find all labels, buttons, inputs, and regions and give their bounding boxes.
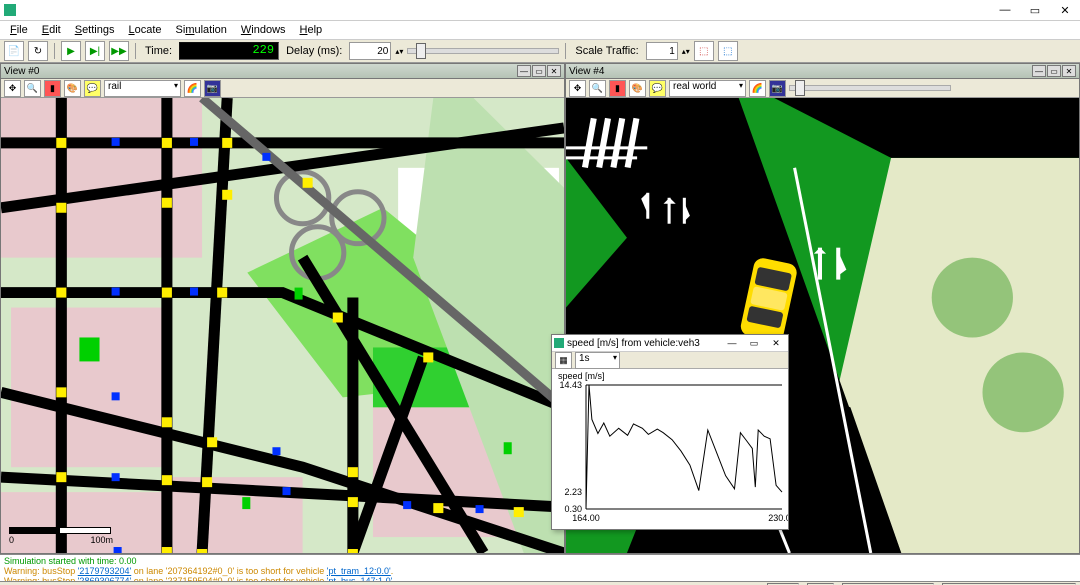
- pane-title-text: View #4: [569, 66, 604, 77]
- chart-titlebar[interactable]: speed [m/s] from vehicle:veh3 — ▭ ✕: [552, 335, 788, 352]
- chart-icon: [554, 338, 564, 348]
- step-button[interactable]: ▶|: [85, 41, 105, 61]
- toolbar-icon-2[interactable]: ⬚: [718, 41, 738, 61]
- status-bar: 25 0 x:990.40, y:397.63 lat:52.515155, l…: [0, 581, 1080, 585]
- svg-text:164.00: 164.00: [572, 513, 600, 523]
- time-field[interactable]: 229: [179, 42, 279, 60]
- pane-minimize-button[interactable]: —: [1032, 65, 1046, 77]
- log-link[interactable]: 'pt_bus_147:1.0': [327, 576, 393, 581]
- chart-minimize-button[interactable]: —: [722, 336, 742, 350]
- window-maximize-button[interactable]: ▭: [1020, 0, 1050, 20]
- pane-titlebar: View #4 — ▭ ✕: [566, 64, 1079, 79]
- palette-button[interactable]: 🌈: [749, 80, 766, 97]
- view-toolbar: ✥ 🔍 ▮ 🎨 💬 real world 🌈 📷: [566, 79, 1079, 98]
- svg-text:2.23: 2.23: [564, 487, 582, 497]
- scale-bar: 0 100m: [9, 527, 113, 545]
- view-pane-0: View #0 — ▭ ✕ ✥ 🔍 ▮ 🎨 💬 rail 🌈 📷: [0, 63, 565, 554]
- menu-windows[interactable]: Windows: [235, 23, 292, 37]
- pane-title-text: View #0: [4, 66, 39, 77]
- color-button[interactable]: 🎨: [629, 80, 646, 97]
- menu-help[interactable]: Help: [294, 23, 329, 37]
- chart-ylabel: speed [m/s]: [558, 371, 605, 381]
- chart-toolbar: ▦ 1s: [552, 352, 788, 369]
- log-link[interactable]: '2869306774': [78, 576, 132, 581]
- chart-settings-button[interactable]: ▦: [555, 352, 572, 369]
- menu-edit[interactable]: Edit: [36, 23, 67, 37]
- log-link[interactable]: 'pt_tram_12:0.0': [327, 566, 391, 576]
- new-button[interactable]: 📄: [4, 41, 24, 61]
- log-line: Simulation started with time: 0.00: [4, 556, 1076, 566]
- spinner-arrows[interactable]: ▴▾: [395, 47, 403, 56]
- log-line: Warning: busStop '2179793204' on lane '2…: [4, 566, 1076, 576]
- select-edge-button[interactable]: ▮: [44, 80, 61, 97]
- separator: [54, 43, 55, 59]
- color-button[interactable]: 🎨: [64, 80, 81, 97]
- svg-text:230.00: 230.00: [768, 513, 788, 523]
- screenshot-button[interactable]: 📷: [204, 80, 221, 97]
- zoom-button[interactable]: 🔍: [24, 80, 41, 97]
- menu-bar: File Edit Settings Locate Simulation Win…: [0, 21, 1080, 40]
- map-canvas[interactable]: 0 100m: [1, 98, 564, 553]
- pane-minimize-button[interactable]: —: [517, 65, 531, 77]
- delay-spinner[interactable]: [349, 42, 391, 60]
- delay-label: Delay (ms):: [286, 45, 342, 57]
- pane-maximize-button[interactable]: ▭: [532, 65, 546, 77]
- palette-button[interactable]: 🌈: [184, 80, 201, 97]
- scheme-select[interactable]: real world: [669, 80, 746, 97]
- locate-button[interactable]: 💬: [649, 80, 666, 97]
- locate-button[interactable]: 💬: [84, 80, 101, 97]
- reload-button[interactable]: ↻: [28, 41, 48, 61]
- chart-interval-select[interactable]: 1s: [575, 352, 620, 369]
- chart-svg: 0.302.2314.43164.00230.00: [552, 369, 788, 527]
- chart-maximize-button[interactable]: ▭: [744, 336, 764, 350]
- menu-file[interactable]: File: [4, 23, 34, 37]
- zoom-slider[interactable]: [789, 85, 951, 91]
- time-label: Time:: [145, 45, 172, 57]
- pane-maximize-button[interactable]: ▭: [1047, 65, 1061, 77]
- scale-label: Scale Traffic:: [575, 45, 638, 57]
- chart-area: speed [m/s] 0.302.2314.43164.00230.00: [552, 369, 788, 529]
- workspace: View #0 — ▭ ✕ ✥ 🔍 ▮ 🎨 💬 rail 🌈 📷: [0, 63, 1080, 554]
- main-toolbar: 📄 ↻ ▶ ▶| ▶▶ Time: 229 Delay (ms): ▴▾ Sca…: [0, 40, 1080, 63]
- scale-spinner[interactable]: [646, 42, 678, 60]
- menu-simulation[interactable]: Simulation: [170, 23, 233, 37]
- svg-text:14.43: 14.43: [559, 380, 582, 390]
- zoom-button[interactable]: 🔍: [589, 80, 606, 97]
- log-panel[interactable]: Simulation started with time: 0.00 Warni…: [0, 554, 1080, 581]
- log-link[interactable]: '2179793204': [78, 566, 132, 576]
- window-minimize-button[interactable]: —: [990, 0, 1020, 20]
- scale-max: 100m: [90, 535, 113, 545]
- screenshot-button[interactable]: 📷: [769, 80, 786, 97]
- scheme-select[interactable]: rail: [104, 80, 181, 97]
- play-button[interactable]: ▶: [61, 41, 81, 61]
- menu-settings[interactable]: Settings: [69, 23, 121, 37]
- window-close-button[interactable]: ✕: [1050, 0, 1080, 20]
- pane-close-button[interactable]: ✕: [1062, 65, 1076, 77]
- scale-min: 0: [9, 535, 14, 545]
- pane-close-button[interactable]: ✕: [547, 65, 561, 77]
- app-icon: [4, 4, 16, 16]
- window-titlebar: — ▭ ✕: [0, 0, 1080, 21]
- separator: [565, 43, 566, 59]
- recenter-button[interactable]: ✥: [4, 80, 21, 97]
- delay-slider[interactable]: [407, 48, 559, 54]
- separator: [135, 43, 136, 59]
- toolbar-icon-1[interactable]: ⬚: [694, 41, 714, 61]
- chart-title-text: speed [m/s] from vehicle:veh3: [567, 338, 700, 349]
- pane-titlebar: View #0 — ▭ ✕: [1, 64, 564, 79]
- recenter-button[interactable]: ✥: [569, 80, 586, 97]
- chart-window[interactable]: speed [m/s] from vehicle:veh3 — ▭ ✕ ▦ 1s…: [551, 334, 789, 530]
- select-edge-button[interactable]: ▮: [609, 80, 626, 97]
- fast-forward-button[interactable]: ▶▶: [109, 41, 129, 61]
- spinner-arrows[interactable]: ▴▾: [682, 47, 690, 56]
- view-toolbar: ✥ 🔍 ▮ 🎨 💬 rail 🌈 📷: [1, 79, 564, 98]
- menu-locate[interactable]: Locate: [122, 23, 167, 37]
- chart-close-button[interactable]: ✕: [766, 336, 786, 350]
